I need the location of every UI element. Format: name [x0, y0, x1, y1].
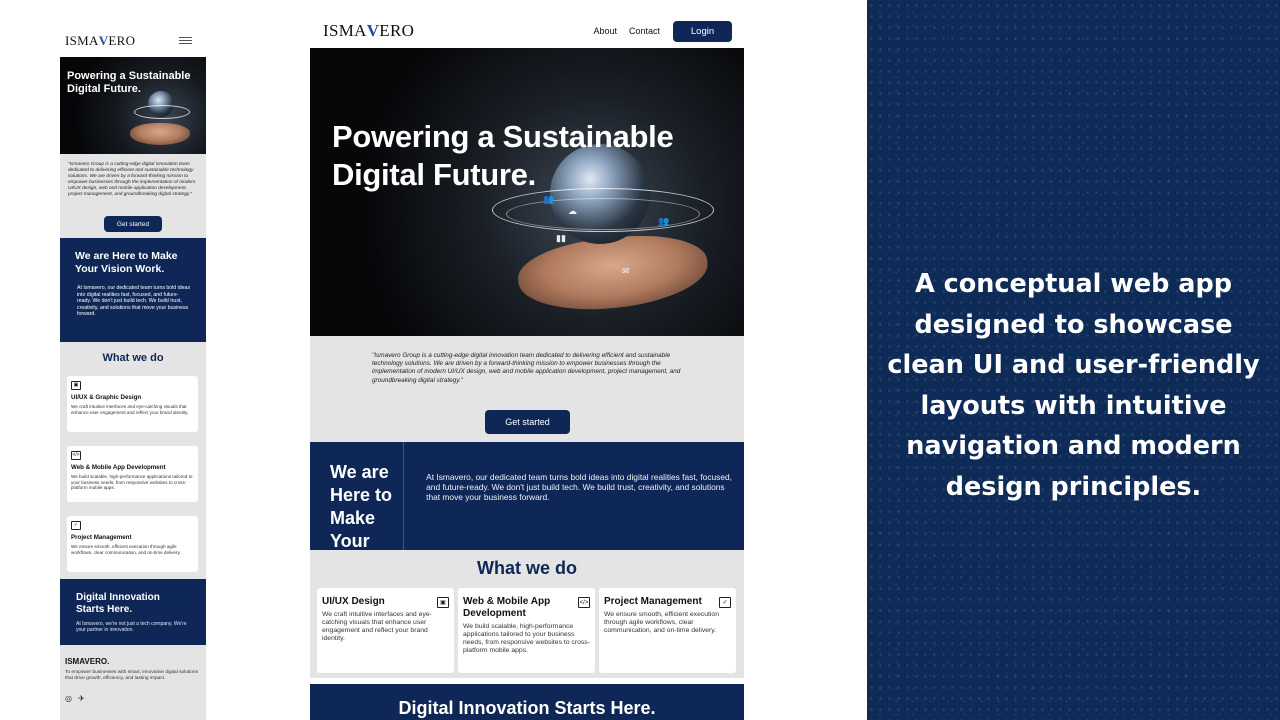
instagram-icon[interactable]: ◎ [65, 694, 72, 703]
service-title: UI/UX & Graphic Design [71, 394, 142, 401]
twitter-icon[interactable]: ✈ [78, 694, 85, 703]
service-text: We craft intuitive interfaces and eye-ca… [71, 404, 189, 415]
mobile-hero: Powering a Sustainable Digital Future. [60, 57, 206, 154]
desktop-service-card[interactable]: UI/UX Design ▣ We craft intuitive interf… [317, 588, 454, 673]
mobile-hero-title: Powering a Sustainable Digital Future. [67, 70, 191, 95]
mobile-footer: ISMAVERO. To empower businesses with sma… [60, 645, 206, 720]
service-text: We build scalable, high-performance appl… [71, 474, 193, 491]
service-text: We ensure smooth, efficient execution th… [71, 544, 181, 555]
service-text: We ensure smooth, efficient execution th… [604, 611, 719, 634]
desktop-services-section: What we do UI/UX Design ▣ We craft intui… [310, 550, 744, 678]
logo-v: V [366, 21, 380, 40]
mail-icon: ✉ [622, 266, 630, 276]
service-title: Web & Mobile App Development [463, 596, 551, 619]
mobile-vision-text: At Ismavero, our dedicated team turns bo… [77, 285, 191, 317]
clipboard-icon: ✓ [71, 521, 81, 530]
mobile-about-text: "Ismavero Group is a cutting-edge digita… [68, 162, 196, 197]
service-title: UI/UX Design [322, 596, 385, 607]
orbit-ring [506, 198, 700, 230]
service-title: Web & Mobile App Development [71, 464, 166, 471]
logo-v: V [98, 32, 109, 48]
mobile-logo[interactable]: ISMAVERO [65, 33, 135, 49]
cloud-icon: ☁ [568, 206, 577, 216]
logo-text: ERO [108, 32, 136, 48]
users-icon: 👥 [658, 216, 670, 226]
footer-text: To empower businesses with smart, innova… [65, 670, 199, 681]
mobile-digital-section: Digital Innovation Starts Here. At Ismav… [60, 579, 206, 645]
mobile-vision-section: We are Here to Make Your Vision Work. At… [60, 238, 206, 342]
desktop-mockup: ISMAVERO About Contact Login 👥 ☁ ▮▮ ✉ 👥 … [310, 14, 744, 720]
mobile-about-section: "Ismavero Group is a cutting-edge digita… [60, 154, 206, 238]
desktop-vision-text: At Ismavero, our dedicated team turns bo… [426, 472, 732, 502]
desktop-logo[interactable]: ISMAVERO [323, 21, 414, 41]
nav-contact-link[interactable]: Contact [629, 26, 660, 36]
mobile-services-title: What we do [102, 352, 164, 364]
mobile-digital-title: Digital Innovation Starts Here. [76, 592, 160, 615]
mobile-digital-text: At Ismavero, we're not just a tech compa… [76, 621, 187, 633]
service-title: Project Management [71, 534, 132, 541]
design-icon: ▣ [437, 597, 449, 608]
mobile-mockup: ISMAVERO Powering a Sustainable Digital … [60, 24, 206, 720]
desktop-vision-section: We are Here to Make Your Vision Work. At… [310, 442, 744, 597]
desktop-digital-section: Digital Innovation Starts Here. [310, 684, 744, 720]
desktop-digital-title: Digital Innovation Starts Here. [398, 698, 656, 718]
service-text: We craft intuitive interfaces and eye-ca… [322, 611, 432, 642]
code-icon: </> [71, 451, 81, 460]
mobile-get-started-button[interactable]: Get started [104, 216, 162, 232]
desktop-hero: 👥 ☁ ▮▮ ✉ 👥 Powering a Sustainable Digita… [310, 48, 744, 336]
footer-title: ISMAVERO. [65, 657, 110, 666]
logo-text: ERO [379, 21, 415, 40]
social-links: ◎ ✈ [65, 694, 201, 703]
design-icon: ▣ [71, 381, 81, 390]
caption-panel: A conceptual web app designed to showcas… [867, 0, 1280, 720]
logo-text: ISMA [323, 21, 367, 40]
mobile-service-card[interactable]: ✓ Project Management We ensure smooth, e… [67, 516, 198, 572]
nav-about-link[interactable]: About [593, 26, 617, 36]
logo-text: ISMA [65, 32, 99, 48]
hamburger-menu-icon[interactable] [179, 36, 192, 45]
mobile-header: ISMAVERO [60, 24, 206, 57]
desktop-header: ISMAVERO About Contact Login [310, 14, 744, 48]
mobile-vision-title: We are Here to Make Your Vision Work. [75, 250, 178, 275]
desktop-hero-title: Powering a Sustainable Digital Future. [332, 119, 674, 192]
desktop-get-started-button[interactable]: Get started [485, 410, 570, 434]
desktop-nav: About Contact Login [593, 20, 732, 42]
vision-left-column: We are Here to Make Your Vision Work. [310, 442, 405, 597]
mobile-service-card[interactable]: </> Web & Mobile App Development We buil… [67, 446, 198, 502]
mobile-service-card[interactable]: ▣ UI/UX & Graphic Design We craft intuit… [67, 376, 198, 432]
chart-icon: ▮▮ [556, 233, 566, 243]
service-text: We build scalable, high-performance appl… [463, 623, 590, 654]
panel-caption: A conceptual web app designed to showcas… [887, 269, 1260, 502]
desktop-service-card[interactable]: Project Management ✓ We ensure smooth, e… [599, 588, 736, 673]
desktop-about-section: "Ismavero Group is a cutting-edge digita… [310, 336, 744, 442]
team-icon: 👥 [543, 194, 555, 204]
mobile-services-section: What we do ▣ UI/UX & Graphic Design We c… [60, 342, 206, 579]
service-title: Project Management [604, 596, 702, 607]
orbit-ring [134, 105, 190, 119]
desktop-services-title: What we do [477, 558, 577, 578]
code-icon: </> [578, 597, 590, 608]
desktop-service-card[interactable]: Web & Mobile App Development </> We buil… [458, 588, 595, 673]
hand-image [130, 123, 190, 145]
login-button[interactable]: Login [673, 20, 732, 42]
clipboard-icon: ✓ [719, 597, 731, 608]
desktop-about-text: "Ismavero Group is a cutting-edge digita… [372, 352, 681, 384]
